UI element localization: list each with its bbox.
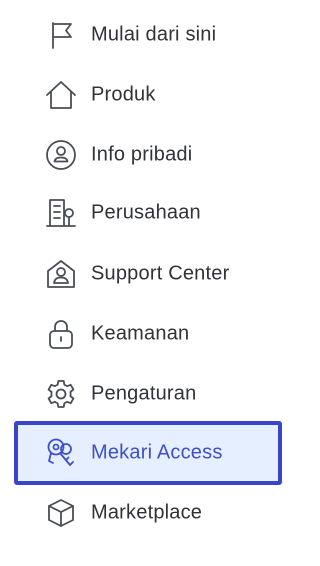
cube-icon: [44, 496, 78, 530]
sidebar-item-label: Mulai dari sini: [91, 23, 217, 46]
sidebar-item-label: Mekari Access: [91, 441, 223, 464]
sidebar-item-keamanan[interactable]: Keamanan: [14, 304, 282, 364]
sidebar-item-perusahaan[interactable]: Perusahaan: [14, 183, 282, 243]
user-house-icon: [44, 257, 78, 291]
sidebar-item-label: Info pribadi: [91, 143, 193, 166]
flag-icon: [44, 18, 78, 52]
sidebar-item-label: Pengaturan: [91, 382, 197, 405]
sidebar-item-support-center[interactable]: Support Center: [14, 244, 282, 304]
sidebar-item-pengaturan[interactable]: Pengaturan: [14, 364, 282, 424]
gear-icon: [44, 377, 78, 411]
sidebar-menu: Mulai dari sini Produk Info pribadi Peru…: [0, 0, 288, 566]
sidebar-item-label: Keamanan: [91, 322, 190, 345]
key-search-icon: [44, 436, 78, 470]
sidebar-item-label: Produk: [91, 83, 156, 106]
building-icon: [44, 196, 78, 230]
sidebar-item-label: Marketplace: [91, 501, 203, 524]
user-circle-icon: [44, 138, 78, 172]
sidebar-item-marketplace[interactable]: Marketplace: [14, 483, 282, 543]
sidebar-item-mulai-dari-sini[interactable]: Mulai dari sini: [14, 5, 282, 65]
sidebar-item-mekari-access[interactable]: Mekari Access: [14, 421, 282, 485]
lock-icon: [44, 317, 78, 351]
sidebar-item-label: Support Center: [91, 262, 230, 285]
sidebar-item-label: Perusahaan: [91, 201, 201, 224]
sidebar-item-produk[interactable]: Produk: [14, 65, 282, 125]
sidebar-item-info-pribadi[interactable]: Info pribadi: [14, 125, 282, 185]
home-icon: [44, 78, 78, 112]
